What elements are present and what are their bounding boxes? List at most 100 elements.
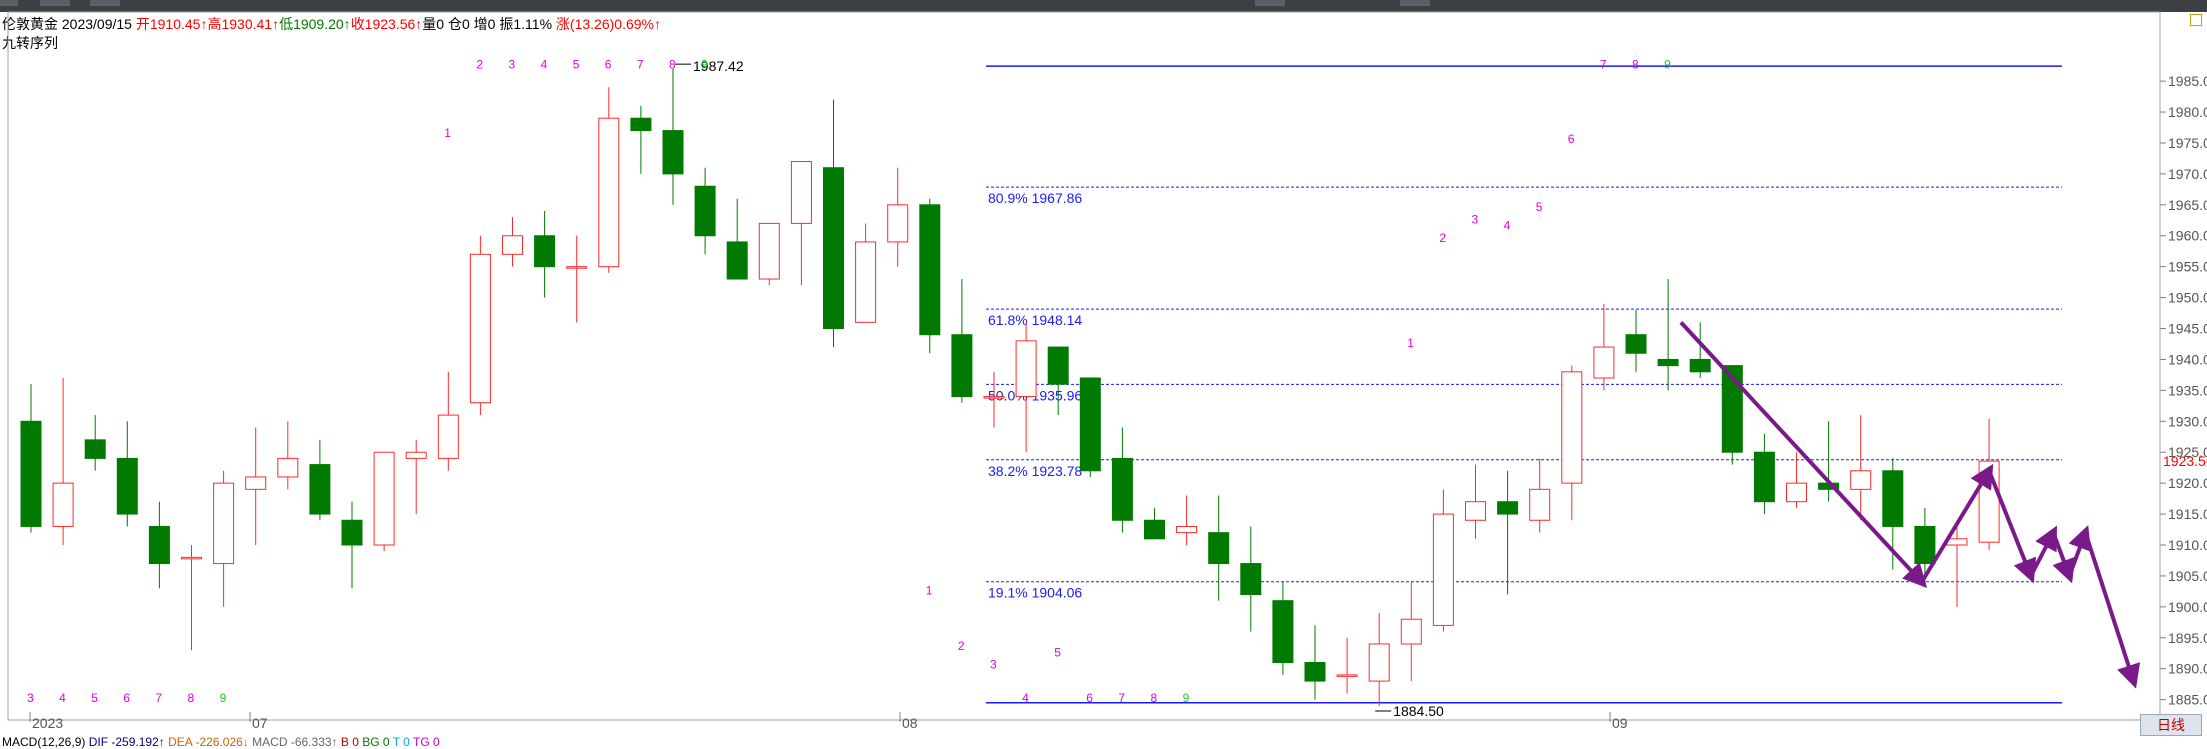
x-tick-label: 09 <box>1612 715 1628 731</box>
candle-body[interactable] <box>855 241 877 323</box>
candle-body[interactable] <box>1304 662 1326 682</box>
candle-body[interactable] <box>1432 513 1454 626</box>
candle-body[interactable] <box>502 235 523 255</box>
y-tick-label: 1910.00 <box>2168 537 2207 553</box>
candle-body[interactable] <box>1882 470 1904 527</box>
candle-body[interactable] <box>694 185 716 237</box>
candle-body[interactable] <box>887 204 909 243</box>
x-tick-label: 07 <box>252 715 268 731</box>
candle-body[interactable] <box>1786 482 1807 503</box>
candle-body[interactable] <box>469 253 491 404</box>
candle-body[interactable] <box>534 235 556 268</box>
sequence-count-label: 6 <box>1568 132 1575 146</box>
candle-body[interactable] <box>1561 371 1583 484</box>
period-tab-daily[interactable]: 日线 <box>2140 714 2202 736</box>
y-tick-label: 1935.00 <box>2168 382 2207 398</box>
candle-body[interactable] <box>598 117 620 268</box>
candle-body[interactable] <box>245 476 267 490</box>
x-tick-label: 08 <box>902 715 918 731</box>
candle-body[interactable] <box>405 451 427 459</box>
candle-body[interactable] <box>1208 532 1230 565</box>
fib-level-label: 80.9% 1967.86 <box>988 190 1082 206</box>
sequence-count-label: 7 <box>637 58 644 72</box>
candle-body[interactable] <box>181 556 202 560</box>
candle-body[interactable] <box>823 167 844 330</box>
y-tick-label: 1930.00 <box>2168 413 2207 429</box>
candle-body[interactable] <box>1529 488 1551 521</box>
candle-body[interactable] <box>437 414 459 459</box>
candle-body[interactable] <box>1657 358 1679 367</box>
sequence-count-label: 2 <box>476 58 483 72</box>
candle-body[interactable] <box>373 451 395 546</box>
sequence-count-label: 8 <box>669 58 676 72</box>
last-price-label: 1923.56 <box>2163 453 2207 469</box>
candle-body[interactable] <box>758 222 780 280</box>
candle-body[interactable] <box>1336 674 1358 677</box>
candle-body[interactable] <box>1368 643 1390 682</box>
candle-body[interactable] <box>84 439 106 459</box>
candle-body[interactable] <box>116 457 138 515</box>
candle-body[interactable] <box>662 130 684 175</box>
sequence-count-label: 1 <box>1407 336 1414 350</box>
candle-body[interactable] <box>1497 501 1519 515</box>
candle-body[interactable] <box>1850 470 1872 490</box>
candle-body[interactable] <box>309 464 331 515</box>
candle-body[interactable] <box>919 204 941 336</box>
macd-tg: TG 0 <box>412 735 440 749</box>
candle-body[interactable] <box>1047 346 1069 385</box>
candle-body[interactable] <box>1689 358 1711 373</box>
y-tick-label: 1950.00 <box>2168 290 2207 306</box>
macd-t: T 0 <box>392 735 410 749</box>
candle-body[interactable] <box>148 525 170 565</box>
fib-level-label: 61.8% 1948.14 <box>988 312 1082 328</box>
sequence-count-label: 3 <box>27 691 34 705</box>
y-tick-label: 1905.00 <box>2168 568 2207 584</box>
candlestick-chart[interactable]: 1985.00 1980.00 1975.00 1970.00 1965.00 1960.… <box>0 0 2207 746</box>
y-tick-label: 1965.00 <box>2168 197 2207 213</box>
candle-body[interactable] <box>213 482 235 565</box>
candle-body[interactable] <box>1111 457 1133 521</box>
candle-body[interactable] <box>1753 451 1775 503</box>
candle-body[interactable] <box>1914 525 1936 565</box>
candle-body[interactable] <box>20 420 42 527</box>
projection-arrow <box>2029 525 2057 577</box>
candle-body[interactable] <box>566 266 588 269</box>
candle-body[interactable] <box>1625 334 1647 354</box>
fib-level-label: 19.1% 1904.06 <box>988 585 1082 601</box>
candle-body[interactable] <box>277 457 299 478</box>
candle-body[interactable] <box>1272 600 1294 664</box>
candle-body[interactable] <box>1593 346 1615 379</box>
candle-body[interactable] <box>1946 538 1968 546</box>
y-tick-label: 1920.00 <box>2168 475 2207 491</box>
macd-dea: DEA -226.026↓ <box>168 735 249 749</box>
y-tick-label: 1975.00 <box>2168 135 2207 151</box>
sequence-count-label: 3 <box>1472 212 1479 226</box>
sequence-count-label: 2 <box>958 639 965 653</box>
candle-body[interactable] <box>1240 563 1262 595</box>
y-tick-label: 1985.00 <box>2168 73 2207 89</box>
plot-frame <box>7 11 2161 721</box>
candle-body[interactable] <box>983 396 1005 399</box>
candle-body[interactable] <box>1079 377 1101 472</box>
candle-body[interactable] <box>1015 340 1037 398</box>
y-tick-label: 1890.00 <box>2168 661 2207 677</box>
candle-body[interactable] <box>726 241 748 280</box>
candle-body[interactable] <box>951 334 973 398</box>
sequence-count-label: 5 <box>573 58 580 72</box>
sequence-count-label: 1 <box>926 583 933 597</box>
candle-body[interactable] <box>1400 618 1422 645</box>
sequence-count-label: 1 <box>444 126 451 140</box>
candle-body[interactable] <box>341 519 363 546</box>
macd-readout: MACD(12,26,9) DIF -259.192↑ DEA -226.026… <box>2 735 440 749</box>
candle-body[interactable] <box>1176 525 1198 534</box>
candle-body[interactable] <box>790 161 812 224</box>
y-tick-label: 1970.00 <box>2168 166 2207 182</box>
macd-title: MACD(12,26,9) <box>2 735 86 749</box>
candle-body[interactable] <box>630 117 652 132</box>
candle-body[interactable] <box>52 482 74 527</box>
sequence-count-label: 2 <box>1439 231 1446 245</box>
candle-body[interactable] <box>1144 519 1165 540</box>
sequence-count-label: 8 <box>188 691 195 705</box>
candle-body[interactable] <box>1465 501 1486 521</box>
y-tick-label: 1980.00 <box>2168 104 2207 120</box>
